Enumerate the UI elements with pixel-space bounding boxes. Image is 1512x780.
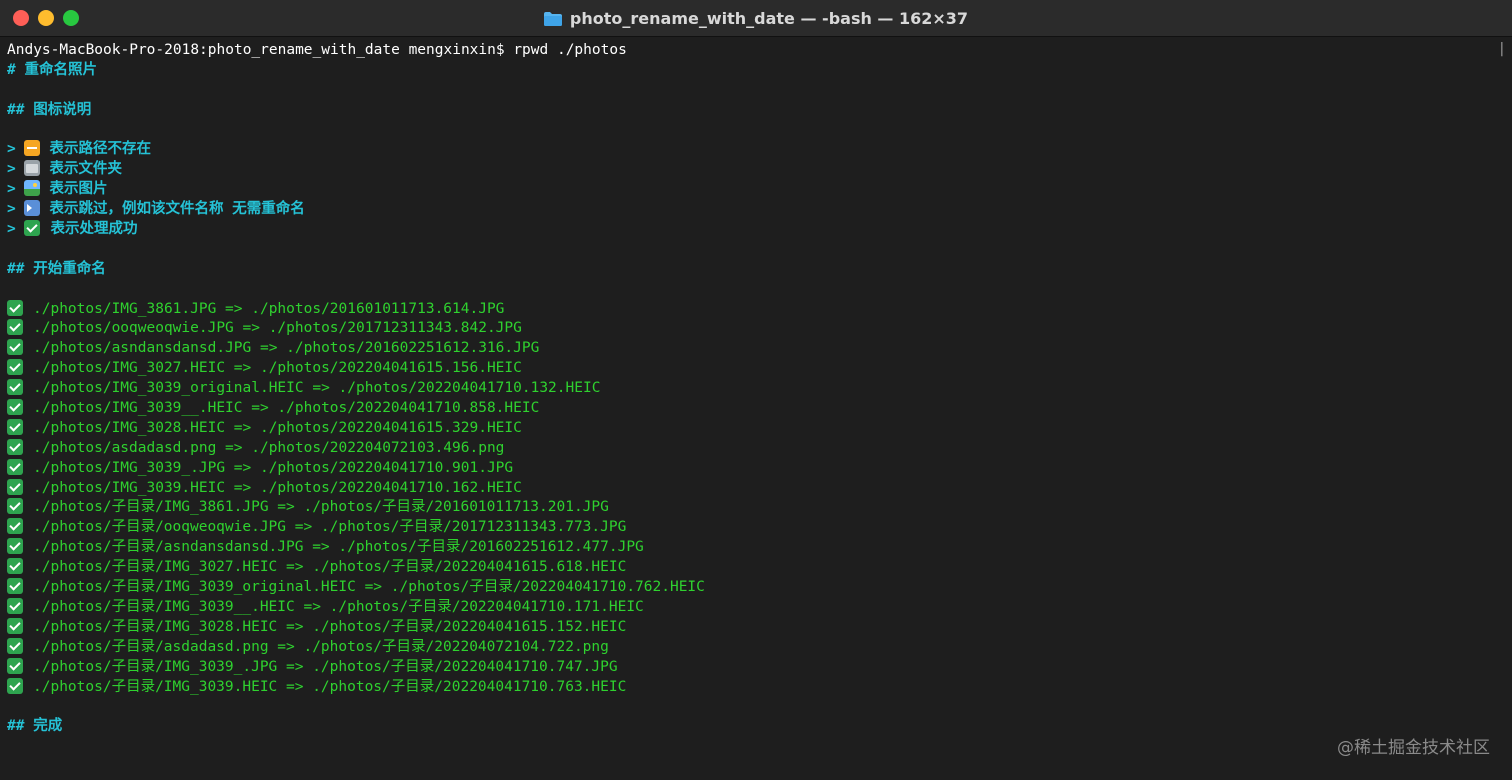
heading-done: ## 完成 xyxy=(7,718,63,735)
picture-icon xyxy=(24,180,41,197)
result-text: ./photos/IMG_3039__.HEIC => ./photos/202… xyxy=(33,400,540,417)
result-row: ./photos/IMG_3861.JPG => ./photos/201601… xyxy=(7,299,1512,320)
result-row: ./photos/子目录/IMG_3027.HEIC => ./photos/子… xyxy=(7,558,1512,578)
prompt-line: Andys-MacBook-Pro-2018:photo_rename_with… xyxy=(7,42,627,58)
legend-item: > 表示图片 xyxy=(7,180,108,198)
heading-rename-photos: # 重命名照片 xyxy=(7,61,97,78)
result-text: ./photos/IMG_3028.HEIC => ./photos/20220… xyxy=(33,419,522,436)
result-text: ./photos/IMG_3027.HEIC => ./photos/20220… xyxy=(33,360,522,377)
result-row: ./photos/IMG_3039_.JPG => ./photos/20220… xyxy=(7,458,1512,479)
watermark: @稀土掘金技术社区 xyxy=(1337,738,1490,758)
result-row: ./photos/IMG_3028.HEIC => ./photos/20220… xyxy=(7,418,1512,439)
heading-start-rename: ## 开始重命名 xyxy=(7,260,106,277)
check-mark-icon xyxy=(7,578,23,595)
result-text: ./photos/子目录/IMG_3039_.JPG => ./photos/子… xyxy=(33,658,618,675)
check-mark-icon xyxy=(7,498,23,515)
result-text: ./photos/asdadasd.png => ./photos/202204… xyxy=(33,439,505,456)
result-text: ./photos/子目录/IMG_3039_original.HEIC => .… xyxy=(33,579,705,596)
check-mark-icon xyxy=(7,538,23,555)
legend-text: 表示路径不存在 xyxy=(49,141,151,158)
folder-icon xyxy=(24,160,41,177)
check-mark-icon xyxy=(7,677,23,694)
result-text: ./photos/子目录/asndansdansd.JPG => ./photo… xyxy=(33,539,644,556)
result-row: ./photos/子目录/IMG_3039__.HEIC => ./photos… xyxy=(7,597,1512,618)
legend-text: 表示处理成功 xyxy=(50,221,138,238)
check-mark-icon xyxy=(7,299,23,316)
legend-text: 表示文件夹 xyxy=(49,161,122,178)
legend-item: > 表示文件夹 xyxy=(7,160,122,178)
legend-item: > 表示处理成功 xyxy=(7,220,138,238)
result-row: ./photos/IMG_3039_original.HEIC => ./pho… xyxy=(7,379,1512,399)
result-row: ./photos/ooqweoqwie.JPG => ./photos/2017… xyxy=(7,319,1512,339)
result-text: ./photos/子目录/asdadasd.png => ./photos/子目… xyxy=(33,638,609,655)
result-row: ./photos/IMG_3039__.HEIC => ./photos/202… xyxy=(7,399,1512,419)
check-mark-icon xyxy=(7,637,23,654)
legend-item: > 表示路径不存在 xyxy=(7,140,151,158)
check-mark-icon xyxy=(24,220,41,237)
result-row: ./photos/IMG_3027.HEIC => ./photos/20220… xyxy=(7,359,1512,379)
legend-text: 表示图片 xyxy=(49,181,108,198)
result-text: ./photos/子目录/IMG_3028.HEIC => ./photos/子… xyxy=(33,618,627,635)
check-mark-icon xyxy=(7,418,23,435)
result-text: ./photos/IMG_3861.JPG => ./photos/201601… xyxy=(33,300,505,317)
folder-icon xyxy=(543,11,562,26)
check-mark-icon xyxy=(7,518,23,535)
result-text: ./photos/子目录/IMG_3861.JPG => ./photos/子目… xyxy=(33,499,609,516)
check-mark-icon xyxy=(7,597,23,614)
result-row: ./photos/子目录/IMG_3039.HEIC => ./photos/子… xyxy=(7,677,1512,698)
check-mark-icon xyxy=(7,379,23,396)
check-mark-icon xyxy=(7,558,23,575)
legend-text: 表示跳过，例如该文件名称 无需重命名 xyxy=(49,201,305,218)
check-mark-icon xyxy=(7,339,23,356)
result-row: ./photos/asdadasd.png => ./photos/202204… xyxy=(7,438,1512,459)
check-mark-icon xyxy=(7,458,23,475)
result-text: ./photos/IMG_3039.HEIC => ./photos/20220… xyxy=(33,479,522,496)
result-row: ./photos/IMG_3039.HEIC => ./photos/20220… xyxy=(7,478,1512,499)
check-mark-icon xyxy=(7,399,23,416)
result-text: ./photos/子目录/ooqweoqwie.JPG => ./photos/… xyxy=(33,519,627,536)
result-row: ./photos/子目录/ooqweoqwie.JPG => ./photos/… xyxy=(7,518,1512,538)
check-mark-icon xyxy=(7,359,23,376)
title-wrap: photo_rename_with_date — -bash — 162×37 xyxy=(0,0,1512,37)
result-row: ./photos/asndansdansd.JPG => ./photos/20… xyxy=(7,339,1512,359)
scrollbar[interactable]: | xyxy=(1498,41,1506,57)
result-text: ./photos/子目录/IMG_3027.HEIC => ./photos/子… xyxy=(33,559,627,576)
heading-icon-legend: ## 图标说明 xyxy=(7,101,92,118)
result-row: ./photos/子目录/asndansdansd.JPG => ./photo… xyxy=(7,538,1512,558)
result-row: ./photos/子目录/IMG_3861.JPG => ./photos/子目… xyxy=(7,498,1512,518)
check-mark-icon xyxy=(7,657,23,674)
result-text: ./photos/子目录/IMG_3039__.HEIC => ./photos… xyxy=(33,598,644,615)
result-row: ./photos/子目录/IMG_3028.HEIC => ./photos/子… xyxy=(7,617,1512,638)
result-row: ./photos/子目录/asdadasd.png => ./photos/子目… xyxy=(7,637,1512,658)
result-text: ./photos/IMG_3039_original.HEIC => ./pho… xyxy=(33,380,601,397)
no-entry-icon xyxy=(24,140,41,157)
title-bar[interactable]: photo_rename_with_date — -bash — 162×37 xyxy=(0,0,1512,37)
result-row: ./photos/子目录/IMG_3039_.JPG => ./photos/子… xyxy=(7,657,1512,678)
skip-forward-icon xyxy=(24,200,41,217)
check-mark-icon xyxy=(7,478,23,495)
check-mark-icon xyxy=(7,319,23,336)
legend-item: > 表示跳过，例如该文件名称 无需重命名 xyxy=(7,200,305,218)
check-mark-icon xyxy=(7,438,23,455)
result-text: ./photos/IMG_3039_.JPG => ./photos/20220… xyxy=(33,459,514,476)
terminal-window: photo_rename_with_date — -bash — 162×37 … xyxy=(0,0,1512,780)
check-mark-icon xyxy=(7,617,23,634)
terminal-output[interactable]: Andys-MacBook-Pro-2018:photo_rename_with… xyxy=(0,38,1512,780)
result-row: ./photos/子目录/IMG_3039_original.HEIC => .… xyxy=(7,578,1512,598)
result-list: ./photos/IMG_3861.JPG => ./photos/201601… xyxy=(7,299,1512,698)
result-text: ./photos/ooqweoqwie.JPG => ./photos/2017… xyxy=(33,320,522,337)
window-title: photo_rename_with_date — -bash — 162×37 xyxy=(569,9,969,28)
result-text: ./photos/子目录/IMG_3039.HEIC => ./photos/子… xyxy=(33,678,627,695)
result-text: ./photos/asndansdansd.JPG => ./photos/20… xyxy=(33,340,540,357)
